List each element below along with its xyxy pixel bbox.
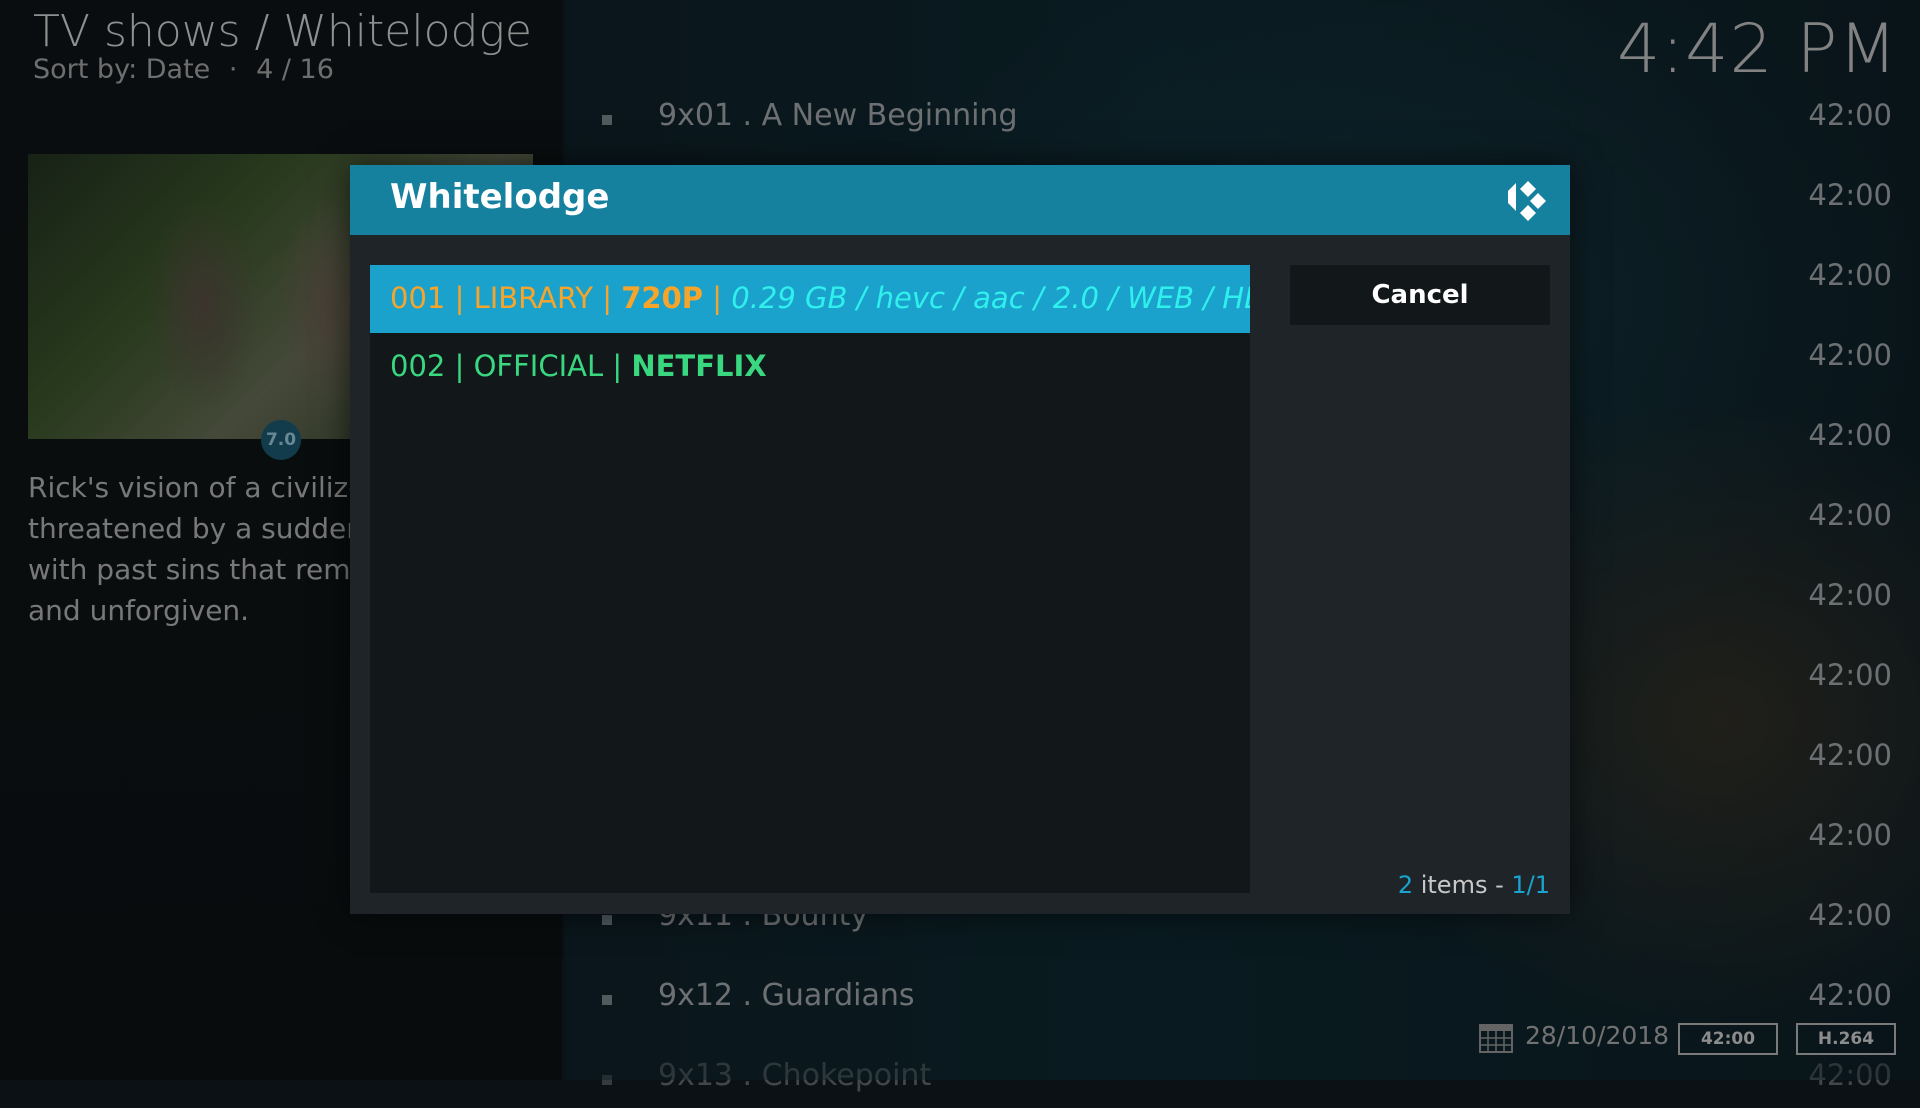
items-count: 2 items - 1/1	[1398, 871, 1550, 899]
items-number: 2	[1397, 871, 1414, 899]
source-quality: NETFLIX	[631, 349, 767, 383]
dialog-header: Whitelodge	[350, 165, 1570, 235]
separator: |	[454, 349, 465, 383]
source-type: OFFICIAL	[473, 349, 604, 383]
source-item-netflix[interactable]: 002 | OFFICIAL | NETFLIX	[370, 333, 1250, 401]
source-index: 002	[390, 349, 446, 383]
cancel-button[interactable]: Cancel	[1290, 265, 1550, 325]
items-label: items -	[1413, 871, 1512, 899]
source-index: 001	[390, 281, 446, 315]
source-select-dialog: Whitelodge 001 | LIBRARY | 720P | 0.29 G…	[350, 165, 1570, 914]
separator: |	[612, 349, 623, 383]
separator: |	[712, 281, 723, 315]
dialog-title: Whitelodge	[390, 177, 610, 217]
separator: |	[454, 281, 465, 315]
source-item-text: 002 | OFFICIAL | NETFLIX	[390, 349, 767, 383]
source-type: LIBRARY	[473, 281, 594, 315]
source-item-text: 001 | LIBRARY | 720P | 0.29 GB / hevc / …	[390, 281, 1250, 315]
source-item-library[interactable]: 001 | LIBRARY | 720P | 0.29 GB / hevc / …	[370, 265, 1250, 333]
items-pages: 1/1	[1511, 871, 1550, 899]
kodi-logo-icon	[1508, 181, 1546, 221]
separator: |	[602, 281, 613, 315]
source-quality: 720P	[621, 281, 704, 315]
source-details: 0.29 GB / hevc / aac / 2.0 / WEB / HEVC	[731, 281, 1250, 315]
source-list: 001 | LIBRARY | 720P | 0.29 GB / hevc / …	[370, 265, 1250, 893]
